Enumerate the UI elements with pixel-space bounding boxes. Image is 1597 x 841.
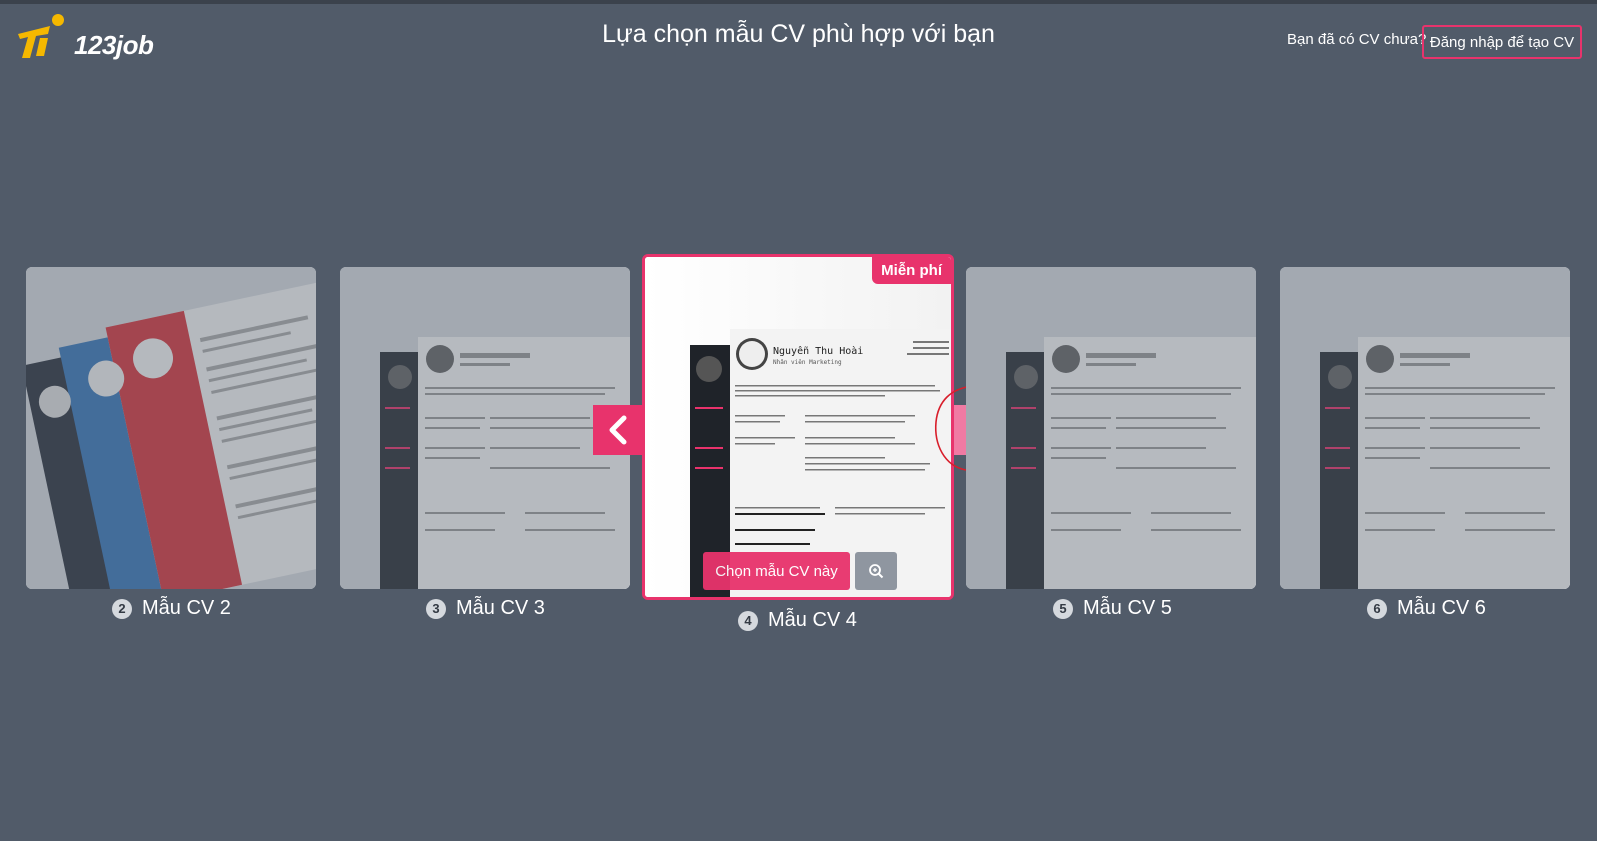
- cv-card-5[interactable]: [966, 267, 1256, 589]
- cv-card-2[interactable]: [26, 267, 316, 589]
- cv-label-2: 2 Mẫu CV 2: [112, 597, 231, 620]
- prev-button[interactable]: [593, 405, 643, 455]
- login-button[interactable]: Đăng nhập để tạo CV: [1422, 25, 1582, 59]
- cv-preview-image: Nguyễn Thu Hoài Nhân viên Marketing: [645, 257, 951, 597]
- svg-text:Nhân viên Marketing: Nhân viên Marketing: [773, 359, 842, 366]
- cv-name: Mẫu CV 6: [1397, 597, 1486, 619]
- cv-number-badge: 5: [1053, 598, 1073, 619]
- cv-card-3[interactable]: [340, 267, 630, 589]
- cv-number-badge: 3: [426, 598, 446, 619]
- cv-name: Mẫu CV 3: [456, 597, 545, 619]
- card-overlay: [340, 267, 630, 589]
- svg-text:Nguyễn Thu Hoài: Nguyễn Thu Hoài: [773, 345, 863, 357]
- card-overlay: [26, 267, 316, 589]
- cv-label-3: 3 Mẫu CV 3: [426, 597, 545, 620]
- cv-name: Mẫu CV 5: [1083, 597, 1172, 619]
- cv-card-6[interactable]: [1280, 267, 1570, 589]
- card-overlay: [1280, 267, 1570, 589]
- cv-name: Mẫu CV 4: [768, 609, 857, 631]
- cv-label-4: 4 Mẫu CV 4: [738, 609, 857, 632]
- login-prompt: Bạn đã có CV chưa?: [1287, 31, 1427, 48]
- free-badge: Miễn phí: [872, 257, 951, 284]
- cv-number-badge: 4: [738, 610, 758, 631]
- top-border: [0, 0, 1597, 4]
- cv-card-4-active[interactable]: Nguyễn Thu Hoài Nhân viên Marketing Miễn…: [642, 254, 954, 600]
- zoom-in-icon: [869, 564, 884, 579]
- cv-label-5: 5 Mẫu CV 5: [1053, 597, 1172, 620]
- cv-label-6: 6 Mẫu CV 6: [1367, 597, 1486, 620]
- card-overlay: [966, 267, 1256, 589]
- choose-template-button[interactable]: Chọn mẫu CV này: [703, 552, 850, 590]
- cv-number-badge: 2: [112, 598, 132, 619]
- cv-name: Mẫu CV 2: [142, 597, 231, 619]
- cv-number-badge: 6: [1367, 598, 1387, 619]
- zoom-button[interactable]: [855, 552, 897, 590]
- chevron-left-icon: [609, 415, 627, 445]
